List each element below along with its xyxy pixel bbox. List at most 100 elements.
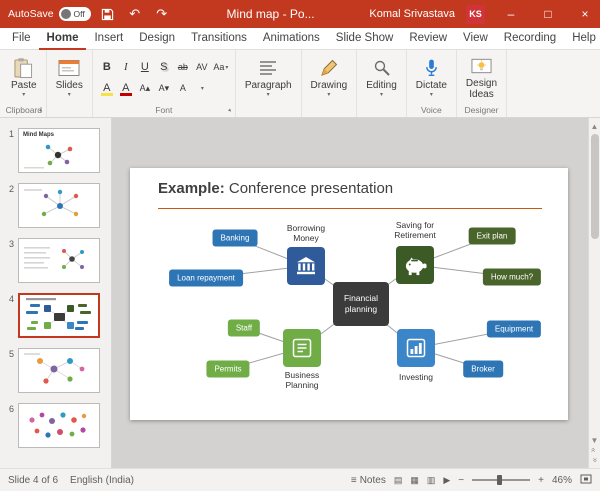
tab-recording[interactable]: Recording [496, 28, 564, 50]
language-status[interactable]: English (India) [70, 475, 134, 486]
bold-button[interactable]: B [98, 59, 116, 76]
paste-button[interactable]: Paste ▾ [7, 55, 41, 100]
strikethrough-button[interactable]: ab [174, 59, 192, 76]
slide-thumbnail-1[interactable]: 1 Mind Maps [0, 128, 111, 173]
zoom-slider-thumb[interactable] [497, 475, 503, 485]
tab-help[interactable]: Help [564, 28, 600, 50]
branch-label-borrowing-money[interactable]: Borrowing Money [287, 223, 325, 243]
ribbon-group-clipboard: Paste ▾ Clipboard ▾ [2, 50, 47, 117]
slide-thumbnail-4[interactable]: 4 [0, 293, 111, 338]
close-button[interactable]: × [570, 0, 600, 28]
status-bar: Slide 4 of 6 English (India) ≡ Notes ▤ ▦… [0, 468, 600, 491]
branch-label-investing[interactable]: Investing [399, 372, 433, 382]
font-color-button[interactable]: A [117, 80, 135, 97]
slide-thumbnail-5[interactable]: 5 [0, 348, 111, 393]
tab-design[interactable]: Design [131, 28, 183, 50]
avatar[interactable]: KS [466, 4, 485, 24]
tab-file[interactable]: File [4, 28, 39, 50]
font-dropdown-button[interactable]: ▾ [193, 80, 211, 97]
reading-view-button[interactable]: ▥ [427, 475, 436, 486]
undo-button[interactable]: ↶ [125, 3, 145, 25]
slide-number: 4 [8, 294, 14, 304]
zoom-in-button[interactable]: + [538, 475, 544, 486]
slide-sorter-view-button[interactable]: ▦ [410, 475, 419, 486]
previous-slide-button[interactable]: « [589, 448, 599, 452]
autosave-toggle[interactable]: Off [58, 7, 91, 21]
paragraph-button[interactable]: Paragraph ▾ [241, 55, 296, 100]
caret-down-icon: ▾ [22, 92, 26, 98]
maximize-icon: □ [544, 7, 552, 21]
autosave-control[interactable]: AutoSave Off [8, 7, 91, 21]
zoom-out-button[interactable]: − [458, 475, 464, 486]
normal-view-button[interactable]: ▤ [394, 475, 403, 486]
slide-thumbnail-6[interactable]: 6 [0, 403, 111, 448]
scrollbar-thumb[interactable] [590, 134, 599, 239]
piggy-bank-icon[interactable] [396, 246, 434, 284]
slide-thumbnail-2[interactable]: 2 [0, 183, 111, 228]
clear-formatting-button[interactable]: A [174, 80, 192, 97]
italic-button[interactable]: I [117, 59, 135, 76]
close-icon: × [581, 7, 589, 21]
zoom-percent[interactable]: 46% [552, 475, 572, 486]
next-slide-button[interactable]: « [589, 458, 599, 462]
slide-number: 6 [8, 404, 14, 414]
node-permits[interactable]: Permits [206, 360, 250, 378]
tab-view[interactable]: View [455, 28, 496, 50]
slide-thumbnail-3[interactable]: 3 [0, 238, 111, 283]
slide-canvas[interactable]: Example: Conference presentation Borrowi… [112, 118, 588, 468]
design-ideas-button[interactable]: Design Ideas [462, 53, 501, 103]
slides-button[interactable]: Slides ▾ [52, 55, 87, 100]
mindmap-center-node[interactable]: Financial planning [333, 282, 389, 326]
font-color-swatch [119, 92, 132, 96]
fit-to-window-button[interactable] [580, 474, 592, 487]
node-exit-plan[interactable]: Exit plan [468, 227, 516, 245]
underline-button[interactable]: U [136, 59, 154, 76]
design-ideas-label: Design Ideas [465, 77, 498, 101]
editing-label: Editing [366, 80, 397, 91]
increase-font-size-button[interactable]: A▴ [136, 80, 154, 97]
slide-editing-area[interactable]: Example: Conference presentation Borrowi… [130, 168, 568, 420]
save-button[interactable] [98, 3, 118, 25]
node-equipment[interactable]: Equipment [486, 320, 542, 338]
redo-button[interactable]: ↷ [152, 3, 172, 25]
paragraph-icon [259, 57, 277, 79]
dictate-label: Dictate [415, 80, 447, 91]
notes-button[interactable]: ≡ Notes [351, 475, 386, 486]
slides-icon [58, 57, 80, 79]
scroll-up-arrow[interactable]: ▲ [591, 121, 599, 131]
tab-slide-show[interactable]: Slide Show [328, 28, 402, 50]
business-plan-icon[interactable] [283, 329, 321, 367]
slide-indicator: Slide 4 of 6 [8, 474, 59, 486]
change-case-button[interactable]: Aa ▾ [212, 59, 230, 76]
bar-chart-icon[interactable] [397, 329, 435, 367]
tab-animations[interactable]: Animations [255, 28, 328, 50]
maximize-button[interactable]: □ [533, 0, 563, 28]
node-staff[interactable]: Staff [227, 319, 261, 337]
node-loan-repayment[interactable]: Loan repayment [169, 269, 243, 287]
text-shadow-button[interactable]: S [155, 59, 173, 76]
decrease-font-size-button[interactable]: A▾ [155, 80, 173, 97]
dictate-button[interactable]: Dictate ▾ [412, 55, 451, 100]
tab-transitions[interactable]: Transitions [183, 28, 255, 50]
node-how-much[interactable]: How much? [482, 268, 542, 286]
scroll-down-arrow[interactable]: ▼ [591, 435, 599, 445]
tab-insert[interactable]: Insert [86, 28, 131, 50]
minimize-button[interactable]: – [496, 0, 526, 28]
branch-label-saving-for-retirement[interactable]: Saving for Retirement [394, 220, 436, 240]
paste-label: Paste [11, 80, 37, 91]
node-broker[interactable]: Broker [463, 360, 503, 378]
slide-thumbnail-graphic [29, 412, 87, 438]
slideshow-button[interactable]: ▶ [443, 475, 450, 486]
branch-label-business-planning[interactable]: Business Planning [285, 370, 320, 390]
vertical-scrollbar[interactable]: ▲ ▼ « « [588, 118, 600, 468]
tab-home[interactable]: Home [38, 28, 87, 50]
fit-to-window-icon [580, 474, 592, 483]
zoom-slider[interactable] [472, 475, 531, 485]
character-spacing-button[interactable]: AV [193, 59, 211, 76]
drawing-button[interactable]: Drawing ▾ [307, 55, 352, 100]
bank-icon[interactable] [287, 247, 325, 285]
editing-button[interactable]: Editing ▾ [362, 55, 401, 100]
node-banking[interactable]: Banking [212, 229, 258, 247]
tab-review[interactable]: Review [401, 28, 455, 50]
text-highlight-button[interactable]: A [98, 80, 116, 97]
